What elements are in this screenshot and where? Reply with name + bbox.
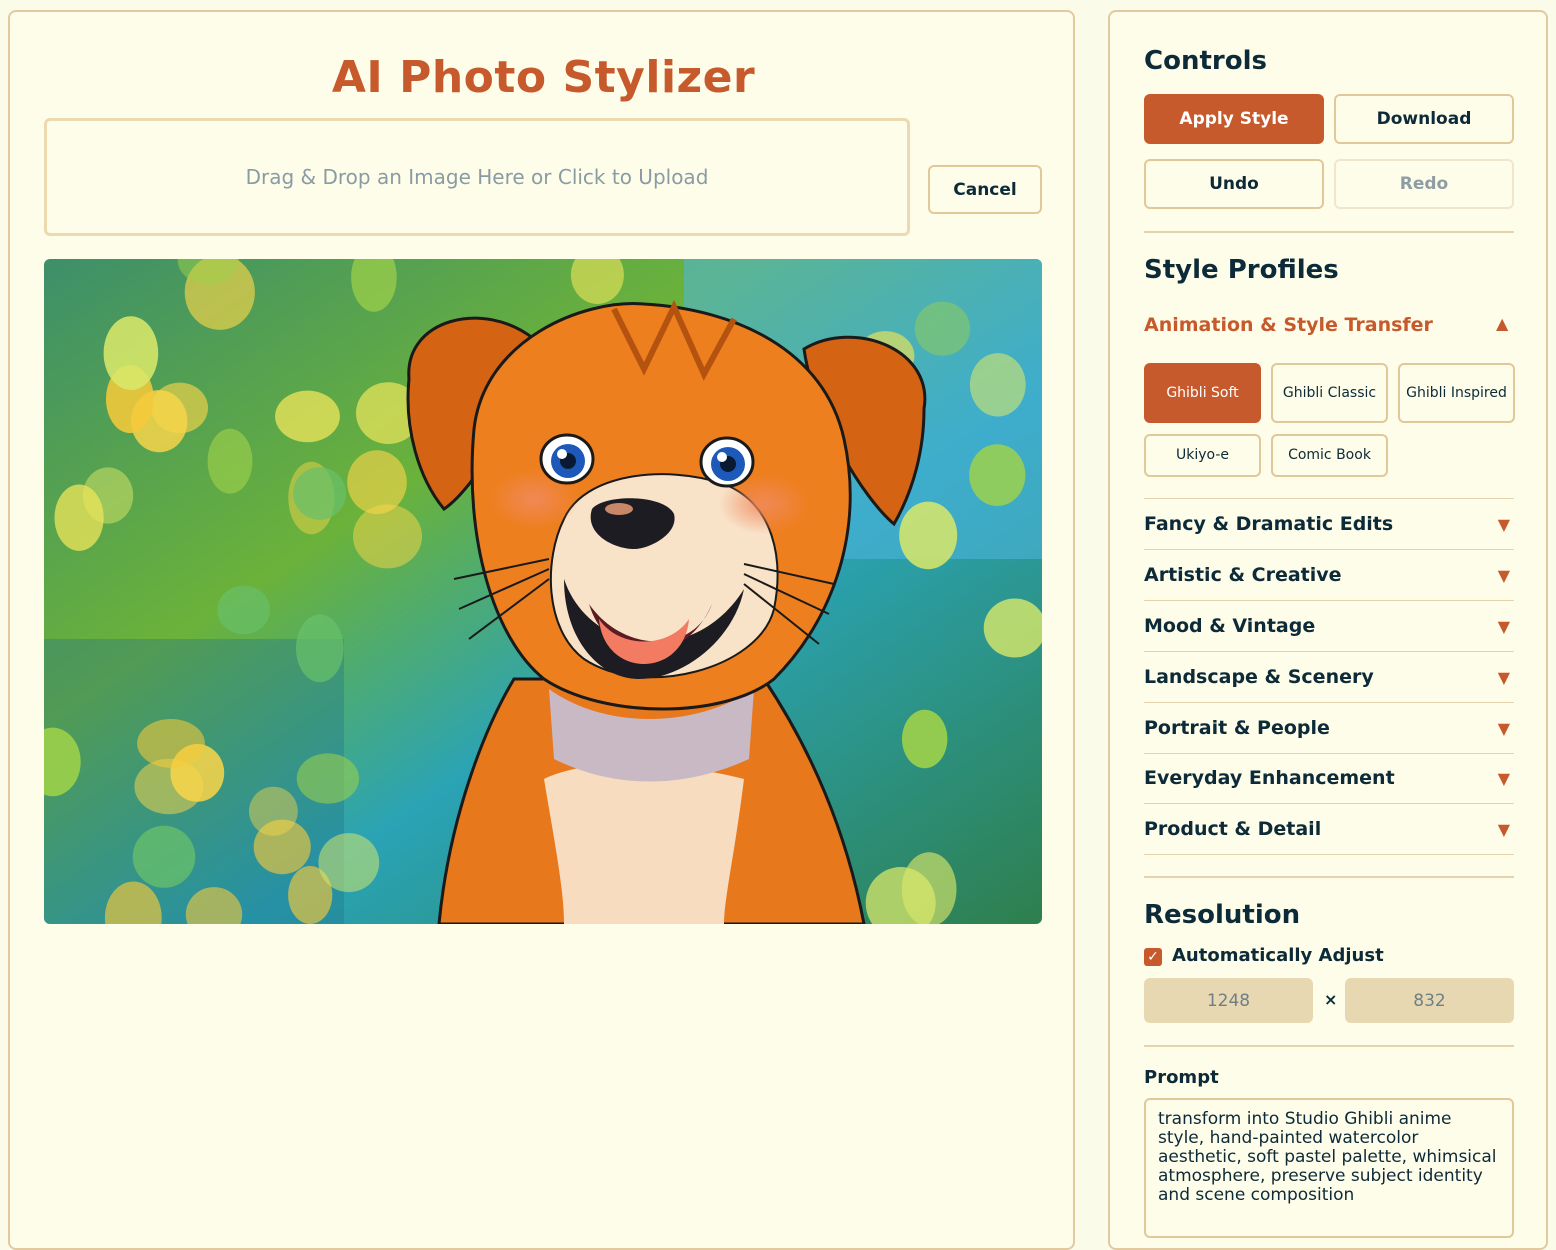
bokeh-circle: [293, 467, 347, 520]
bokeh-circle: [132, 825, 196, 888]
bokeh-circle: [899, 501, 958, 570]
category-label: Portrait & People: [1144, 717, 1330, 739]
redo-button[interactable]: Redo: [1334, 159, 1514, 209]
controls-title: Controls: [1144, 46, 1267, 76]
style-chip-comic-book[interactable]: Comic Book: [1271, 434, 1388, 477]
bokeh-circle: [318, 833, 380, 893]
side-panel: Controls Apply Style Download Undo Redo …: [1108, 10, 1548, 1250]
style-chip-ghibli-soft[interactable]: Ghibli Soft: [1144, 363, 1261, 423]
category-animation-style-transfer[interactable]: Animation & Style Transfer: [1144, 314, 1433, 336]
undo-button[interactable]: Undo: [1144, 159, 1324, 209]
divider: [1144, 1045, 1514, 1047]
chevron-down-icon: ▼: [1497, 768, 1510, 788]
category-product-detail[interactable]: Product & Detail ▼: [1144, 804, 1514, 855]
category-fancy-dramatic[interactable]: Fancy & Dramatic Edits ▼: [1144, 499, 1514, 550]
chevron-down-icon: ▼: [1497, 565, 1510, 585]
chevron-down-icon: ▼: [1497, 667, 1510, 687]
chevron-up-icon[interactable]: ▲: [1496, 314, 1508, 333]
category-label: Product & Detail: [1144, 818, 1322, 840]
bokeh-circle: [151, 382, 208, 434]
chevron-down-icon: ▼: [1497, 616, 1510, 636]
bokeh-circle: [137, 719, 205, 768]
divider: [1144, 876, 1514, 878]
category-artistic-creative[interactable]: Artistic & Creative ▼: [1144, 550, 1514, 601]
category-label: Fancy & Dramatic Edits: [1144, 513, 1394, 535]
auto-adjust-checkbox[interactable]: ✓: [1144, 948, 1162, 966]
category-label: Landscape & Scenery: [1144, 666, 1374, 688]
bokeh-circle: [969, 444, 1026, 506]
category-label: Mood & Vintage: [1144, 615, 1316, 637]
cancel-button[interactable]: Cancel: [928, 165, 1042, 214]
puppy-illustration: [44, 259, 1042, 924]
category-portrait-people[interactable]: Portrait & People ▼: [1144, 703, 1514, 754]
download-button[interactable]: Download: [1334, 94, 1514, 144]
apply-style-button[interactable]: Apply Style: [1144, 94, 1324, 144]
width-input[interactable]: [1144, 978, 1313, 1023]
bokeh-circle: [347, 450, 407, 515]
bokeh-circle: [207, 428, 253, 494]
category-label: Artistic & Creative: [1144, 564, 1342, 586]
bokeh-circle: [969, 353, 1026, 417]
category-everyday-enhancement[interactable]: Everyday Enhancement ▼: [1144, 753, 1514, 804]
resolution-title: Resolution: [1144, 900, 1301, 930]
chevron-down-icon: ▼: [1497, 514, 1510, 534]
app-title: AI Photo Stylizer: [331, 52, 756, 103]
category-mood-vintage[interactable]: Mood & Vintage ▼: [1144, 601, 1514, 652]
bokeh-circle: [217, 585, 271, 635]
category-landscape-scenery[interactable]: Landscape & Scenery ▼: [1144, 652, 1514, 703]
category-label: Everyday Enhancement: [1144, 767, 1395, 789]
bokeh-circle: [353, 504, 422, 569]
auto-adjust-label: Automatically Adjust: [1172, 945, 1384, 966]
main-panel: AI Photo Stylizer Drag & Drop an Image H…: [8, 10, 1075, 1250]
style-chip-ghibli-classic[interactable]: Ghibli Classic: [1271, 363, 1388, 423]
style-chip-ukiyo-e[interactable]: Ukiyo-e: [1144, 434, 1261, 477]
bokeh-circle: [103, 316, 159, 390]
bokeh-circle: [901, 852, 957, 924]
chevron-down-icon: ▼: [1497, 819, 1510, 839]
prompt-textarea[interactable]: transform into Studio Ghibli anime style…: [1144, 1098, 1514, 1238]
bokeh-circle: [296, 753, 360, 804]
bokeh-circle: [249, 786, 298, 836]
dropzone-text: Drag & Drop an Image Here or Click to Up…: [245, 165, 709, 189]
style-profiles-title: Style Profiles: [1144, 255, 1339, 285]
upload-dropzone[interactable]: Drag & Drop an Image Here or Click to Up…: [44, 118, 910, 236]
dimension-separator: ×: [1324, 990, 1338, 1009]
bokeh-circle: [902, 709, 948, 769]
divider: [1144, 231, 1514, 233]
bokeh-circle: [296, 614, 344, 683]
bokeh-circle: [54, 484, 104, 551]
chevron-down-icon: ▼: [1497, 718, 1510, 738]
prompt-label: Prompt: [1144, 1067, 1219, 1088]
height-input[interactable]: [1345, 978, 1514, 1023]
style-chip-ghibli-inspired[interactable]: Ghibli Inspired: [1398, 363, 1515, 423]
bokeh-circle: [275, 390, 340, 443]
bokeh-circle: [914, 301, 971, 356]
preview-image: [44, 259, 1042, 924]
